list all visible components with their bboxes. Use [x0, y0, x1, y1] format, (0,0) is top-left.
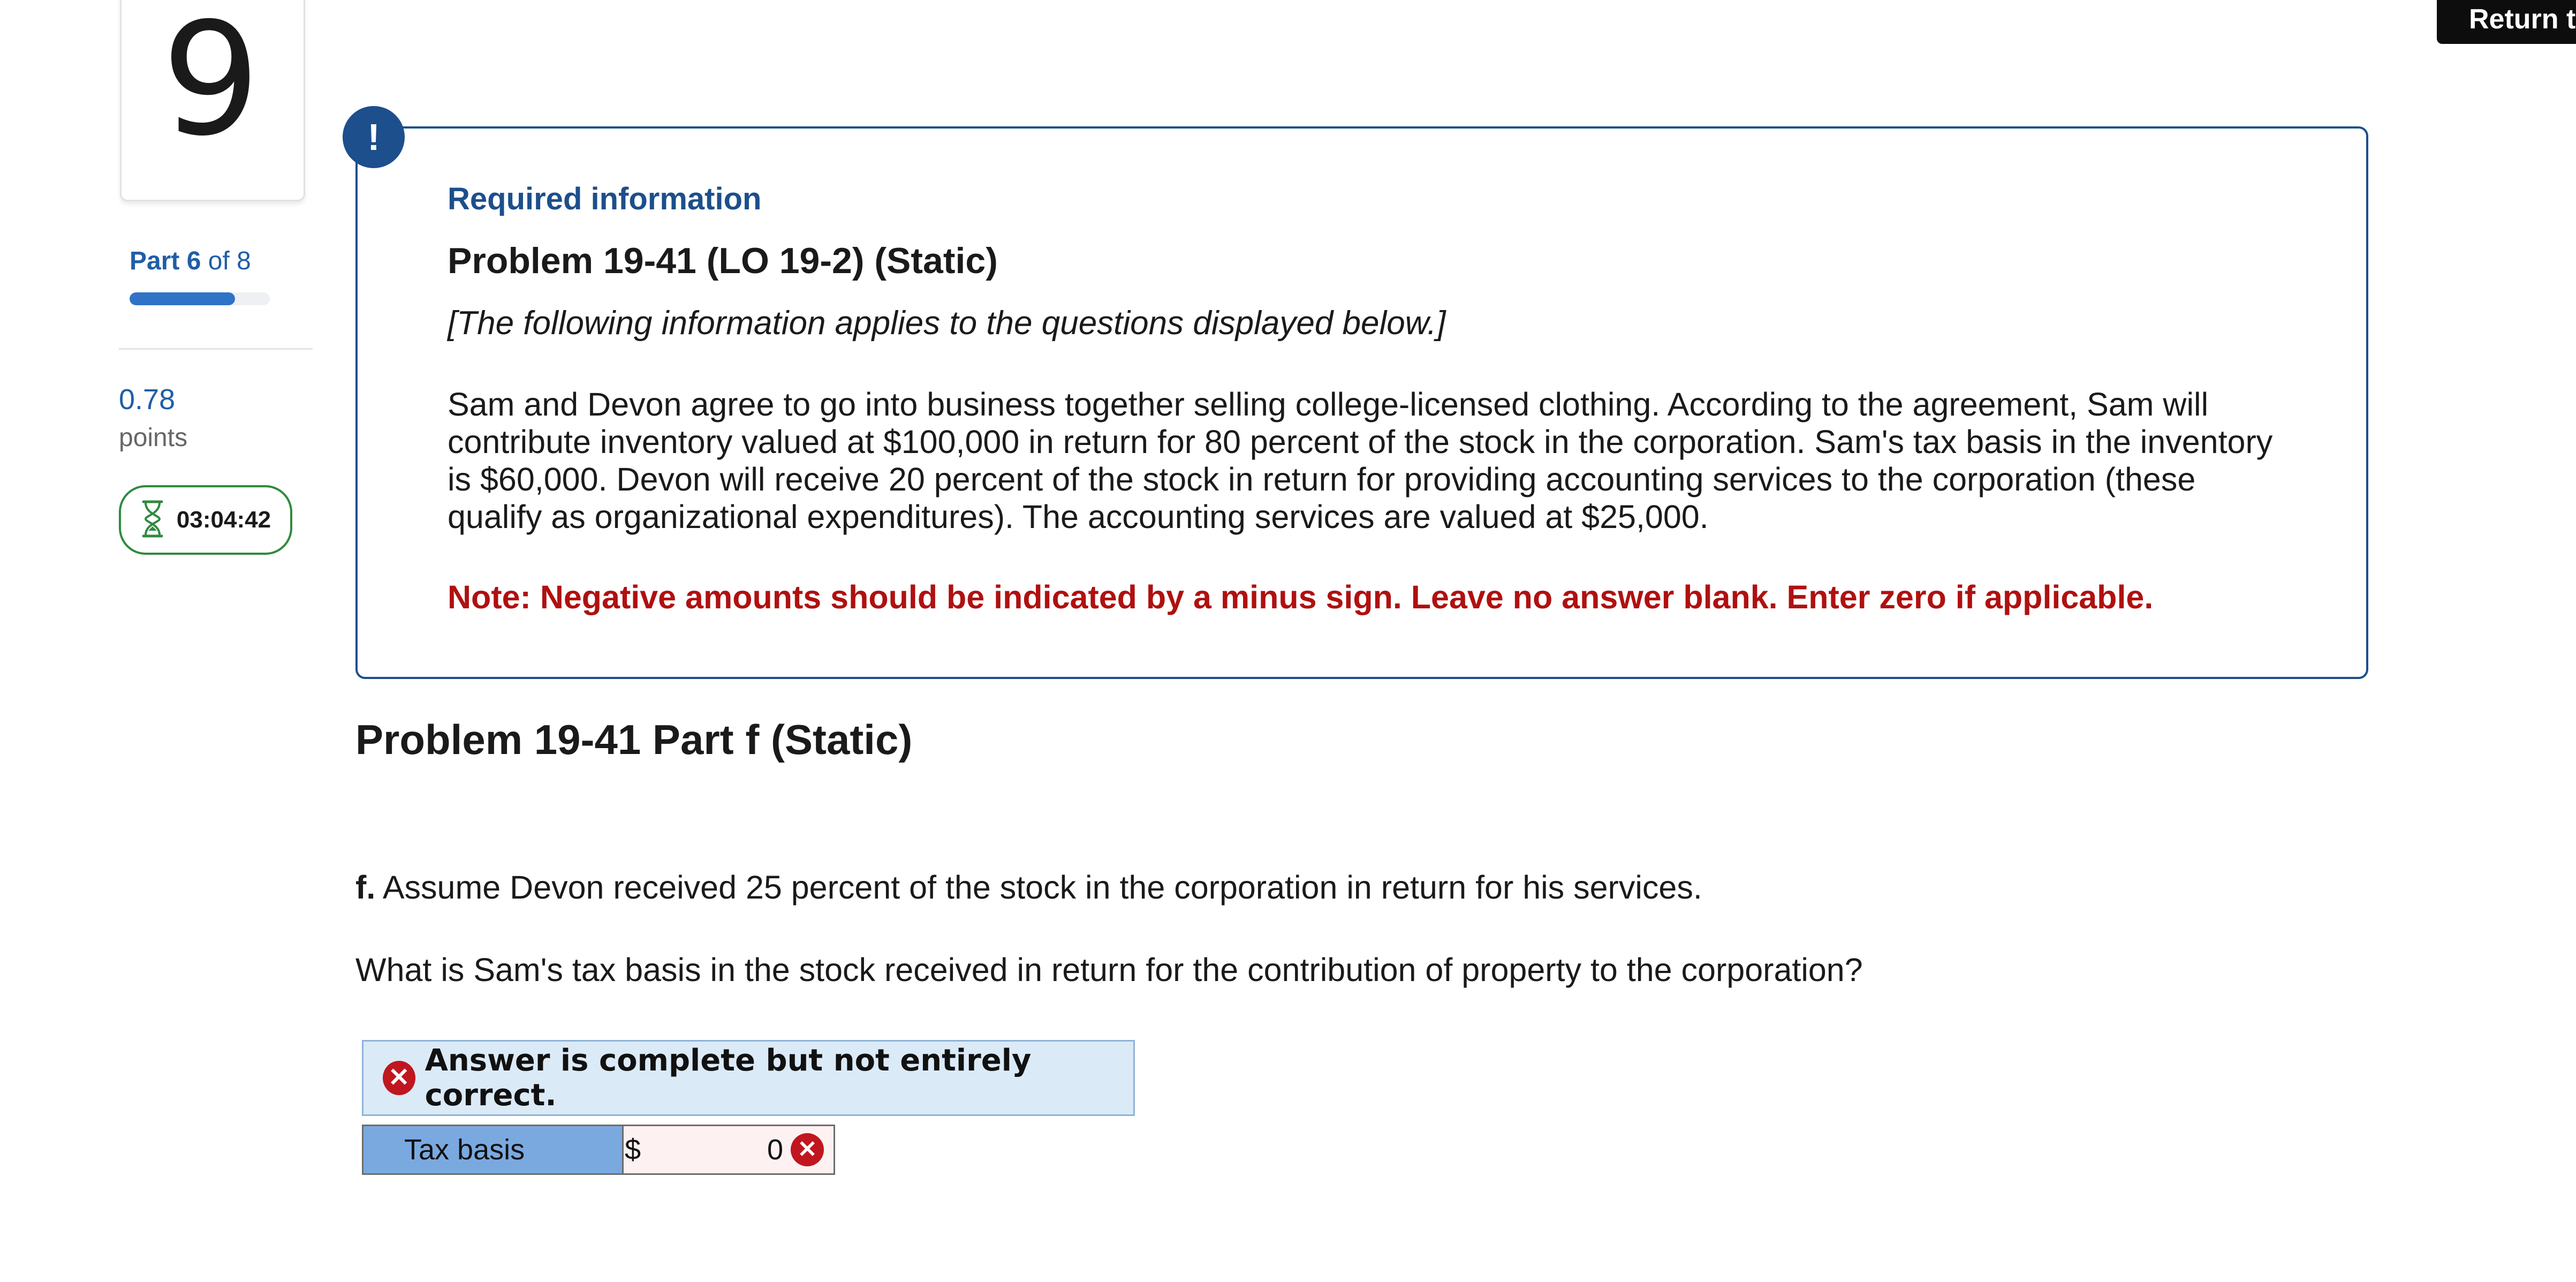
- part-progress-fill: [130, 292, 235, 305]
- currency-symbol: $: [625, 1134, 641, 1166]
- return-button[interactable]: Return to: [2437, 0, 2576, 44]
- points-label: points: [119, 424, 188, 452]
- part-heading: Problem 19-41 Part f (Static): [355, 716, 913, 763]
- intro-text: [The following information applies to th…: [448, 305, 1446, 342]
- question-letter: f.: [355, 869, 376, 906]
- question-text: f. Assume Devon received 25 percent of t…: [355, 869, 1702, 906]
- part-progress-bar: [130, 292, 270, 305]
- answer-row: Tax basis $ 0 ✕: [362, 1125, 835, 1175]
- tax-basis-input[interactable]: $ 0 ✕: [624, 1126, 834, 1173]
- points-value: 0.78: [119, 383, 176, 416]
- question-prompt: What is Sam's tax basis in the stock rec…: [355, 952, 1863, 988]
- rail-divider: [119, 348, 313, 350]
- part-prefix: Part 6: [130, 247, 201, 275]
- alert-icon: !: [343, 106, 405, 168]
- note-text: Note: Negative amounts should be indicat…: [448, 579, 2154, 615]
- required-info-label: Required information: [448, 182, 762, 216]
- problem-title: Problem 19-41 (LO 19-2) (Static): [448, 240, 998, 281]
- part-current: 6: [186, 247, 201, 275]
- part-indicator: Part 6 of 8: [130, 246, 251, 276]
- answer-value: 0: [767, 1134, 783, 1166]
- answer-label: Tax basis: [363, 1126, 624, 1173]
- question-body: Assume Devon received 25 percent of the …: [382, 869, 1702, 906]
- scenario-text: Sam and Devon agree to go into business …: [448, 386, 2273, 535]
- incorrect-icon: ✕: [791, 1133, 824, 1166]
- hourglass-icon: [140, 500, 165, 541]
- error-icon: ✕: [383, 1061, 415, 1095]
- timer[interactable]: 03:04:42: [119, 485, 292, 555]
- part-of: of 8: [208, 247, 251, 275]
- question-number: 9: [161, 0, 261, 170]
- feedback-banner: ✕ Answer is complete but not entirely co…: [362, 1040, 1135, 1116]
- feedback-message: Answer is complete but not entirely corr…: [425, 1043, 1032, 1113]
- timer-text: 03:04:42: [176, 507, 271, 533]
